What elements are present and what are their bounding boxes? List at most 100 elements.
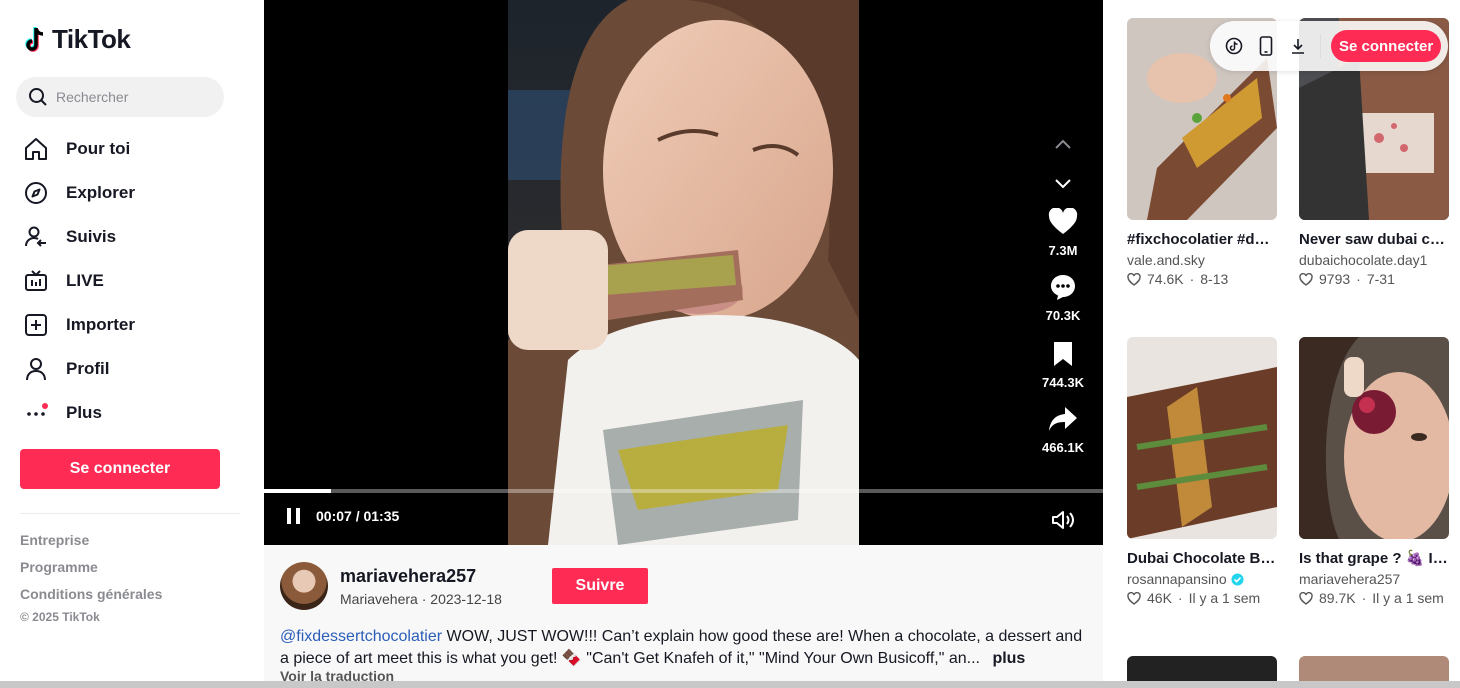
video-frame[interactable]: [508, 0, 859, 545]
author-username[interactable]: mariavehera257: [340, 566, 476, 587]
nav-item-importer[interactable]: Importer: [20, 303, 240, 347]
card-author-name: vale.and.sky: [1127, 252, 1205, 268]
card-likes: 9793: [1319, 271, 1351, 287]
card-author[interactable]: mariavehera257: [1299, 571, 1449, 587]
card-title: Dubai Chocolate Bars From Scratch...: [1127, 550, 1277, 567]
download-icon[interactable]: [1286, 34, 1310, 58]
window-bottom-edge: [0, 681, 1460, 688]
sidebar-divider: [20, 513, 240, 514]
footer-link-conditions[interactable]: Conditions générales: [20, 584, 162, 611]
heart-icon: [1048, 207, 1078, 234]
more-dots-icon: [22, 399, 50, 427]
nav-label: Plus: [66, 403, 102, 422]
video-player[interactable]: 7.3M 70.3K 744.3K 466.1K 00:07 / 01:35: [264, 0, 1103, 545]
follow-button[interactable]: Suivre: [552, 568, 648, 604]
card-author[interactable]: rosannapansino: [1127, 571, 1277, 587]
upload-plus-icon: [22, 311, 50, 339]
volume-icon[interactable]: [1050, 508, 1076, 537]
main-nav: Pour toi Explorer Suivis LIVE Importer P…: [20, 127, 240, 435]
video-thumbnail[interactable]: [1299, 656, 1449, 682]
footer-link-programme[interactable]: Programme: [20, 557, 162, 584]
video-thumbnail[interactable]: [1127, 656, 1277, 682]
mobile-app-icon[interactable]: [1254, 34, 1278, 58]
nav-label: Profil: [66, 359, 110, 378]
compass-icon: [22, 179, 50, 207]
video-thumbnail[interactable]: [1127, 337, 1277, 539]
card-title: Never saw dubai chocolate like this...: [1299, 231, 1449, 248]
recommended-card[interactable]: Is that grape ? 🍇 I’m wondering And... m…: [1299, 337, 1449, 606]
comment-count: 70.3K: [1045, 308, 1081, 323]
toolbar-separator: [1320, 34, 1321, 58]
card-author-name: dubaichocolate.day1: [1299, 252, 1428, 268]
sidebar-login-button[interactable]: Se connecter: [20, 449, 220, 489]
card-stats: 89.7K · Il y a 1 sem: [1299, 590, 1449, 606]
top-action-bar: Se connecter: [1210, 21, 1448, 71]
share-icon: [1049, 407, 1077, 431]
nav-item-suivis[interactable]: Suivis: [20, 215, 240, 259]
nav-label: Pour toi: [66, 139, 131, 158]
nav-label: LIVE: [66, 271, 104, 290]
video-progress-bar[interactable]: [264, 489, 1103, 493]
author-display-name: Mariavehera: [340, 591, 418, 607]
card-date: Il y a 1 sem: [1188, 590, 1261, 606]
video-thumbnail: [508, 0, 859, 545]
like-count: 7.3M: [1048, 243, 1078, 258]
separator-dot: ·: [1356, 271, 1361, 287]
tiktok-logo[interactable]: TikTok: [24, 24, 131, 55]
separator-dot: ·: [1189, 271, 1195, 287]
card-author[interactable]: dubaichocolate.day1: [1299, 252, 1449, 268]
top-login-button[interactable]: Se connecter: [1331, 30, 1442, 62]
author-avatar[interactable]: [280, 562, 328, 610]
card-date: 8-13: [1200, 271, 1229, 287]
logo-text: TikTok: [52, 24, 131, 54]
mention-link[interactable]: @fixdessertchocolatier: [280, 628, 442, 645]
nav-item-live[interactable]: LIVE: [20, 259, 240, 303]
heart-outline-icon: [1127, 591, 1141, 605]
heart-outline-icon: [1127, 272, 1141, 286]
nav-item-pour-toi[interactable]: Pour toi: [20, 127, 240, 171]
video-description: @fixdessertchocolatier WOW, JUST WOW!!! …: [280, 626, 1090, 670]
card-author-name: mariavehera257: [1299, 571, 1401, 587]
card-stats: 46K · Il y a 1 sem: [1127, 590, 1277, 606]
video-nav-arrows: [1050, 124, 1076, 204]
nav-item-explorer[interactable]: Explorer: [20, 171, 240, 215]
previous-video-icon[interactable]: [1050, 124, 1076, 164]
card-title: #fixchocolatier #dubaichocolate...: [1127, 231, 1277, 248]
card-title: Is that grape ? 🍇 I’m wondering And...: [1299, 550, 1449, 567]
video-progress-fill: [264, 489, 332, 493]
video-thumbnail[interactable]: [1299, 337, 1449, 539]
search-icon: [29, 88, 47, 106]
card-likes: 46K: [1147, 590, 1172, 606]
like-action[interactable]: 7.3M: [1030, 207, 1096, 258]
share-count: 466.1K: [1042, 440, 1084, 455]
card-author[interactable]: vale.and.sky: [1127, 252, 1277, 268]
footer-links: Entreprise Programme Conditions générale…: [20, 530, 162, 611]
card-stats: 9793 · 7-31: [1299, 271, 1449, 287]
card-author-name: rosannapansino: [1127, 571, 1227, 587]
nav-label: Importer: [66, 315, 135, 334]
home-icon: [22, 135, 50, 163]
nav-item-profil[interactable]: Profil: [20, 347, 240, 391]
search-input[interactable]: [56, 89, 206, 105]
video-time: 00:07 / 01:35: [316, 508, 400, 524]
footer-link-entreprise[interactable]: Entreprise: [20, 530, 162, 557]
tiktok-coin-icon[interactable]: [1222, 34, 1246, 58]
video-info: mariavehera257 Mariavehera · 2023-12-18 …: [264, 545, 1103, 688]
tiktok-logo-icon: [25, 26, 44, 52]
bookmark-icon: [1054, 342, 1072, 366]
card-date: Il y a 1 sem: [1372, 590, 1444, 606]
heart-outline-icon: [1299, 272, 1313, 286]
see-more-button[interactable]: plus: [992, 650, 1025, 667]
search-bar[interactable]: [16, 77, 224, 117]
copyright: © 2025 TikTok: [20, 610, 100, 624]
card-stats: 74.6K · 8-13: [1127, 271, 1277, 287]
nav-item-plus[interactable]: Plus: [20, 391, 240, 435]
comment-action[interactable]: 70.3K: [1030, 273, 1096, 323]
share-action[interactable]: 466.1K: [1030, 405, 1096, 455]
pause-icon[interactable]: [284, 506, 304, 526]
nav-label: Suivis: [66, 227, 117, 246]
recommended-card[interactable]: Dubai Chocolate Bars From Scratch... ros…: [1127, 337, 1277, 606]
save-action[interactable]: 744.3K: [1030, 340, 1096, 390]
next-video-icon[interactable]: [1050, 164, 1076, 204]
separator-dot: ·: [1361, 590, 1367, 606]
